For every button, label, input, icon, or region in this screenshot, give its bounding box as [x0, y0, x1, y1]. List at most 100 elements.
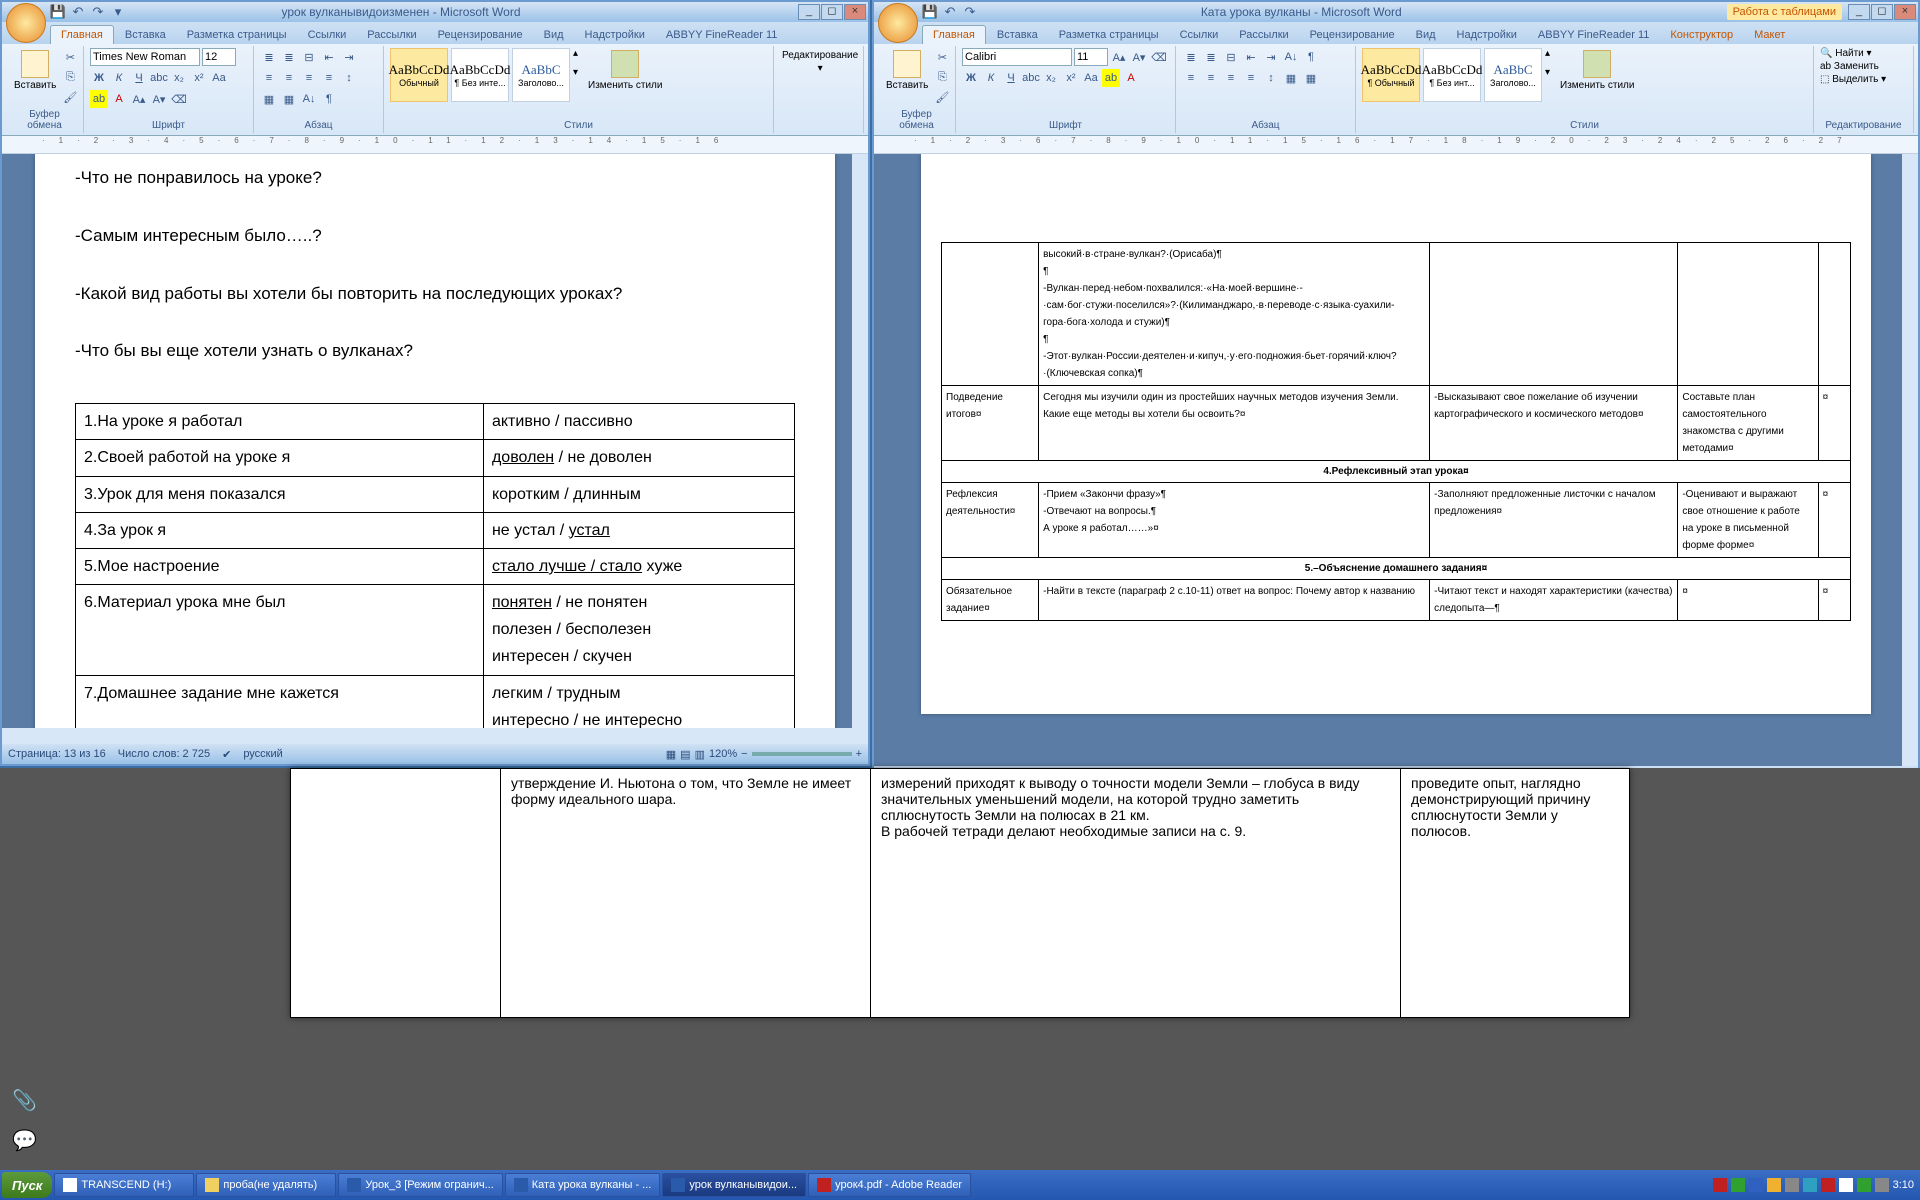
close-button[interactable]: × — [1894, 4, 1916, 20]
change-case-button[interactable]: Aa — [1082, 69, 1100, 87]
numbering-button[interactable]: ≣ — [280, 48, 298, 66]
superscript-button[interactable]: x² — [190, 69, 208, 87]
tray-icon[interactable] — [1803, 1178, 1817, 1192]
tray-icon[interactable] — [1767, 1178, 1781, 1192]
undo-icon[interactable]: ↶ — [70, 4, 86, 20]
tab-references[interactable]: Ссылки — [1170, 26, 1229, 44]
view-web-icon[interactable]: ▥ — [695, 748, 705, 761]
tab-design[interactable]: Конструктор — [1660, 26, 1743, 44]
taskbar-item[interactable]: TRANSCEND (H:) — [54, 1173, 194, 1197]
tab-pagelayout[interactable]: Разметка страницы — [177, 26, 297, 44]
sort-button[interactable]: A↓ — [300, 90, 318, 108]
strike-button[interactable]: abc — [1022, 69, 1040, 87]
minimize-button[interactable]: _ — [1848, 4, 1870, 20]
font-size-combo[interactable] — [202, 48, 236, 66]
align-right-button[interactable]: ≡ — [300, 69, 318, 87]
style-heading1[interactable]: AaBbCЗаголово... — [512, 48, 570, 102]
font-name-combo[interactable] — [90, 48, 200, 66]
tab-insert[interactable]: Вставка — [115, 26, 176, 44]
tab-addins[interactable]: Надстройки — [575, 26, 655, 44]
taskbar-item[interactable]: проба(не удалять) — [196, 1173, 336, 1197]
status-words[interactable]: Число слов: 2 725 — [118, 748, 210, 760]
save-icon[interactable]: 💾 — [50, 4, 66, 20]
underline-button[interactable]: Ч — [1002, 69, 1020, 87]
start-button[interactable]: Пуск — [2, 1172, 52, 1198]
align-center-button[interactable]: ≡ — [280, 69, 298, 87]
format-painter-icon[interactable]: 🖌 — [61, 88, 79, 106]
styles-down-icon[interactable]: ▾ — [1545, 67, 1555, 78]
text-effects-button[interactable]: Aa — [210, 69, 228, 87]
bullets-button[interactable]: ≣ — [1182, 48, 1200, 66]
zoom-out-button[interactable]: − — [741, 748, 747, 760]
tab-abbyy[interactable]: ABBYY FineReader 11 — [656, 26, 788, 44]
underline-button[interactable]: Ч — [130, 69, 148, 87]
undo-icon[interactable]: ↶ — [942, 4, 958, 20]
tab-references[interactable]: Ссылки — [298, 26, 357, 44]
align-center-button[interactable]: ≡ — [1202, 69, 1220, 87]
taskbar-item[interactable]: урок вулканывидои... — [662, 1173, 806, 1197]
status-lang[interactable]: русский — [243, 748, 282, 760]
change-styles-button[interactable]: Изменить стили — [586, 48, 664, 93]
borders-button[interactable]: ▦ — [1302, 69, 1320, 87]
volume-icon[interactable] — [1875, 1178, 1889, 1192]
tab-home[interactable]: Главная — [922, 25, 986, 44]
tray-icon[interactable] — [1785, 1178, 1799, 1192]
grow-font-button[interactable]: A▴ — [1110, 48, 1128, 66]
tab-view[interactable]: Вид — [534, 26, 574, 44]
lang-icon[interactable] — [1821, 1178, 1835, 1192]
style-normal[interactable]: AaBbCcDd¶ Обычный — [1362, 48, 1420, 102]
align-left-button[interactable]: ≡ — [1182, 69, 1200, 87]
redo-icon[interactable]: ↷ — [90, 4, 106, 20]
comment-icon[interactable]: 💬 — [12, 1128, 37, 1153]
indent-inc-button[interactable]: ⇥ — [1262, 48, 1280, 66]
taskbar-item[interactable]: Урок_3 [Режим огранич... — [338, 1173, 502, 1197]
save-icon[interactable]: 💾 — [922, 4, 938, 20]
style-nospacing[interactable]: AaBbCcDd¶ Без инт... — [1423, 48, 1481, 102]
tab-review[interactable]: Рецензирование — [1300, 26, 1405, 44]
tab-layout[interactable]: Макет — [1744, 26, 1795, 44]
borders-button[interactable]: ▦ — [280, 90, 298, 108]
align-left-button[interactable]: ≡ — [260, 69, 278, 87]
line-spacing-button[interactable]: ↕ — [1262, 69, 1280, 87]
bullets-button[interactable]: ≣ — [260, 48, 278, 66]
tab-review[interactable]: Рецензирование — [428, 26, 533, 44]
font-size-combo[interactable] — [1074, 48, 1108, 66]
tab-mailings[interactable]: Рассылки — [357, 26, 426, 44]
styles-down-icon[interactable]: ▾ — [573, 67, 583, 78]
attachment-icon[interactable]: 📎 — [12, 1088, 37, 1113]
font-color-button[interactable]: A — [110, 90, 128, 108]
highlight-button[interactable]: ab — [90, 90, 108, 108]
select-button[interactable]: ⬚ Выделить ▾ — [1820, 74, 1886, 85]
shrink-font-button[interactable]: A▾ — [1130, 48, 1148, 66]
office-button[interactable] — [6, 3, 46, 43]
taskbar-item[interactable]: урок4.pdf - Adobe Reader — [808, 1173, 971, 1197]
document-area[interactable]: высокий·в·стране·вулкан?·(Орисаба)¶ ¶ -В… — [874, 154, 1918, 766]
numbering-button[interactable]: ≣ — [1202, 48, 1220, 66]
close-button[interactable]: × — [844, 4, 866, 20]
subscript-button[interactable]: x₂ — [170, 69, 188, 87]
zoom-in-button[interactable]: + — [856, 748, 862, 760]
font-color-button[interactable]: A — [1122, 69, 1140, 87]
clear-format-button[interactable]: ⌫ — [170, 90, 188, 108]
justify-button[interactable]: ≡ — [320, 69, 338, 87]
zoom-value[interactable]: 120% — [709, 748, 737, 760]
cut-icon[interactable]: ✂ — [61, 48, 79, 66]
show-marks-button[interactable]: ¶ — [320, 90, 338, 108]
maximize-button[interactable]: ◻ — [821, 4, 843, 20]
horizontal-scrollbar[interactable] — [2, 728, 852, 744]
view-read-icon[interactable]: ▤ — [680, 748, 690, 761]
document-area[interactable]: -Что не понравилось на уроке? -Самым инт… — [2, 154, 868, 744]
subscript-button[interactable]: x₂ — [1042, 69, 1060, 87]
tray-icon[interactable] — [1731, 1178, 1745, 1192]
bold-button[interactable]: Ж — [962, 69, 980, 87]
horizontal-ruler[interactable]: ·1·2·3·6·7·8·9·10·11·15·16·17·18·19·20·2… — [874, 136, 1918, 154]
font-name-combo[interactable] — [962, 48, 1072, 66]
copy-icon[interactable]: ⎘ — [933, 68, 951, 86]
indent-dec-button[interactable]: ⇤ — [320, 48, 338, 66]
align-right-button[interactable]: ≡ — [1222, 69, 1240, 87]
indent-dec-button[interactable]: ⇤ — [1242, 48, 1260, 66]
tab-mailings[interactable]: Рассылки — [1229, 26, 1298, 44]
bold-button[interactable]: Ж — [90, 69, 108, 87]
cut-icon[interactable]: ✂ — [933, 48, 951, 66]
italic-button[interactable]: К — [982, 69, 1000, 87]
